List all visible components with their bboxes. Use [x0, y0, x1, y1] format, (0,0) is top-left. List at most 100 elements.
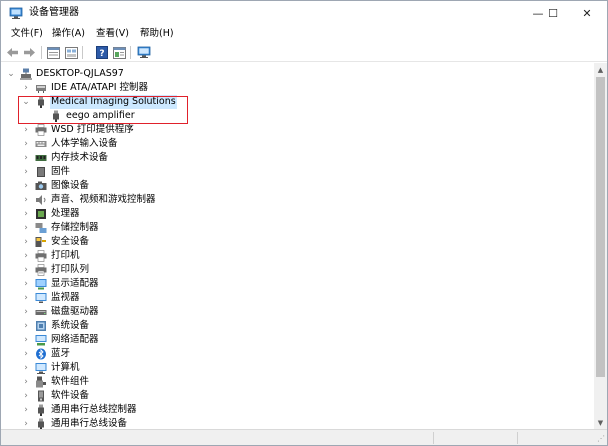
expand-chevron-icon[interactable]: ›	[21, 235, 31, 249]
tree-item-label: 磁盘驱动器	[51, 306, 99, 317]
status-pane-divider	[433, 432, 434, 444]
status-pane-divider	[517, 432, 518, 444]
tree-category-item[interactable]: › 声音、视频和游戏控制器	[1, 193, 594, 207]
system-device-icon	[36, 321, 46, 331]
printer-icon	[35, 250, 47, 262]
expand-chevron-icon[interactable]: ›	[21, 179, 31, 193]
tree-item-label: 内存技术设备	[51, 152, 109, 163]
tree-category-item[interactable]: › 通用串行总线设备	[1, 417, 594, 429]
tree-category-item[interactable]: › WSD 打印提供程序	[1, 123, 594, 137]
tree-item-label: 人体学输入设备	[51, 138, 118, 149]
tree-category-item[interactable]: › 软件组件	[1, 375, 594, 389]
annotation-highlight-box	[18, 96, 188, 124]
menu-file[interactable]: 文件(F)	[9, 27, 45, 41]
expand-chevron-icon[interactable]: ›	[21, 263, 31, 277]
window-title: 设备管理器	[29, 7, 79, 18]
expand-chevron-icon[interactable]: ›	[21, 347, 31, 361]
tree-item-label: 软件组件	[51, 376, 90, 387]
menu-bar: 文件(F) 操作(A) 查看(V) 帮助(H)	[1, 25, 607, 43]
forward-arrow-icon[interactable]	[22, 45, 37, 60]
tree-category-item[interactable]: › 蓝牙	[1, 347, 594, 361]
show-hidden-icon[interactable]	[64, 45, 79, 60]
tree-item-label: 显示适配器	[51, 278, 99, 289]
print-queue-icon	[35, 264, 47, 276]
ide-controller-icon	[36, 85, 46, 93]
scroll-down-arrow-icon[interactable]: ▼	[594, 416, 607, 429]
tree-item-label: 通用串行总线设备	[51, 418, 128, 429]
scroll-up-arrow-icon[interactable]: ▲	[594, 63, 607, 76]
tree-category-item[interactable]: › 图像设备	[1, 179, 594, 193]
menu-view[interactable]: 查看(V)	[94, 27, 131, 41]
tree-category-item[interactable]: › 安全设备	[1, 235, 594, 249]
firmware-icon	[37, 167, 45, 177]
tree-category-item[interactable]: › 磁盘驱动器	[1, 305, 594, 319]
expand-chevron-icon[interactable]: ›	[21, 333, 31, 347]
tree-category-item[interactable]: › 监视器	[1, 291, 594, 305]
network-adapter-icon	[35, 335, 47, 346]
menu-action[interactable]: 操作(A)	[50, 27, 87, 41]
tree-category-item[interactable]: › 通用串行总线控制器	[1, 403, 594, 417]
tree-category-item[interactable]: › 计算机	[1, 361, 594, 375]
expand-chevron-icon[interactable]: ›	[21, 277, 31, 291]
tree-category-item[interactable]: › 打印机	[1, 249, 594, 263]
expand-chevron-icon[interactable]: ›	[21, 151, 31, 165]
update-driver-icon[interactable]	[112, 45, 127, 60]
device-manager-window: 设备管理器 — ☐ ✕ 文件(F) 操作(A) 查看(V) 帮助(H) ? ⌄ …	[0, 0, 608, 446]
help-icon[interactable]: ?	[94, 45, 109, 60]
toolbar: ?	[1, 43, 607, 62]
processor-icon	[36, 209, 46, 219]
keyboard-icon	[35, 141, 47, 147]
tree-item-label: 声音、视频和游戏控制器	[51, 194, 156, 205]
tree-category-item[interactable]: › 显示适配器	[1, 277, 594, 291]
tree-item-label: 安全设备	[51, 236, 90, 247]
expand-chevron-icon[interactable]: ›	[21, 221, 31, 235]
toolbar-separator	[41, 46, 42, 59]
expand-chevron-icon[interactable]: ›	[21, 123, 31, 137]
tree-category-item[interactable]: › 人体学输入设备	[1, 137, 594, 151]
tree-category-item[interactable]: › 系统设备	[1, 319, 594, 333]
expand-chevron-icon[interactable]: ›	[21, 375, 31, 389]
tree-category-item[interactable]: › 固件	[1, 165, 594, 179]
expand-chevron-icon[interactable]: ›	[21, 319, 31, 333]
display-adapter-icon	[35, 279, 47, 290]
expand-chevron-icon[interactable]: ›	[21, 207, 31, 221]
collapse-chevron-icon[interactable]: ⌄	[6, 67, 16, 81]
expand-chevron-icon[interactable]: ›	[21, 291, 31, 305]
expand-chevron-icon[interactable]: ›	[21, 361, 31, 375]
scrollbar-thumb[interactable]	[596, 77, 605, 377]
expand-chevron-icon[interactable]: ›	[21, 389, 31, 403]
resize-grip-icon[interactable]: ⋰	[597, 434, 605, 443]
expand-chevron-icon[interactable]: ›	[21, 249, 31, 263]
tree-category-item[interactable]: › 存储控制器	[1, 221, 594, 235]
close-button[interactable]: ✕	[567, 1, 607, 25]
expand-chevron-icon[interactable]: ›	[21, 193, 31, 207]
expand-chevron-icon[interactable]: ›	[21, 165, 31, 179]
scan-hardware-icon[interactable]	[136, 45, 151, 60]
tree-category-item[interactable]: › 打印队列	[1, 263, 594, 277]
vertical-scrollbar[interactable]: ▲ ▼	[594, 63, 607, 429]
tree-category-item[interactable]: › 软件设备	[1, 389, 594, 403]
back-arrow-icon[interactable]	[5, 45, 20, 60]
tree-item-label: IDE ATA/ATAPI 控制器	[51, 82, 149, 93]
printer-icon	[35, 124, 47, 136]
expand-chevron-icon[interactable]: ›	[21, 403, 31, 417]
expand-chevron-icon[interactable]: ›	[21, 417, 31, 429]
tree-category-item[interactable]: › IDE ATA/ATAPI 控制器	[1, 81, 594, 95]
properties-icon[interactable]	[46, 45, 61, 60]
software-device-icon	[38, 390, 44, 402]
usb-device-icon	[38, 418, 44, 429]
tree-category-item[interactable]: › 网络适配器	[1, 333, 594, 347]
tree-category-item[interactable]: › 内存技术设备	[1, 151, 594, 165]
tree-category-item[interactable]: › 处理器	[1, 207, 594, 221]
security-key-icon	[35, 237, 46, 247]
expand-chevron-icon[interactable]: ›	[21, 81, 31, 95]
device-manager-icon	[9, 7, 23, 19]
tree-item-label: 固件	[51, 166, 71, 177]
toolbar-separator	[82, 46, 83, 59]
menu-help[interactable]: 帮助(H)	[138, 27, 176, 41]
tree-item-label: 图像设备	[51, 180, 90, 191]
computer-icon	[20, 68, 32, 80]
expand-chevron-icon[interactable]: ›	[21, 137, 31, 151]
tree-root[interactable]: ⌄ DESKTOP-QJLAS97	[1, 67, 594, 81]
expand-chevron-icon[interactable]: ›	[21, 305, 31, 319]
